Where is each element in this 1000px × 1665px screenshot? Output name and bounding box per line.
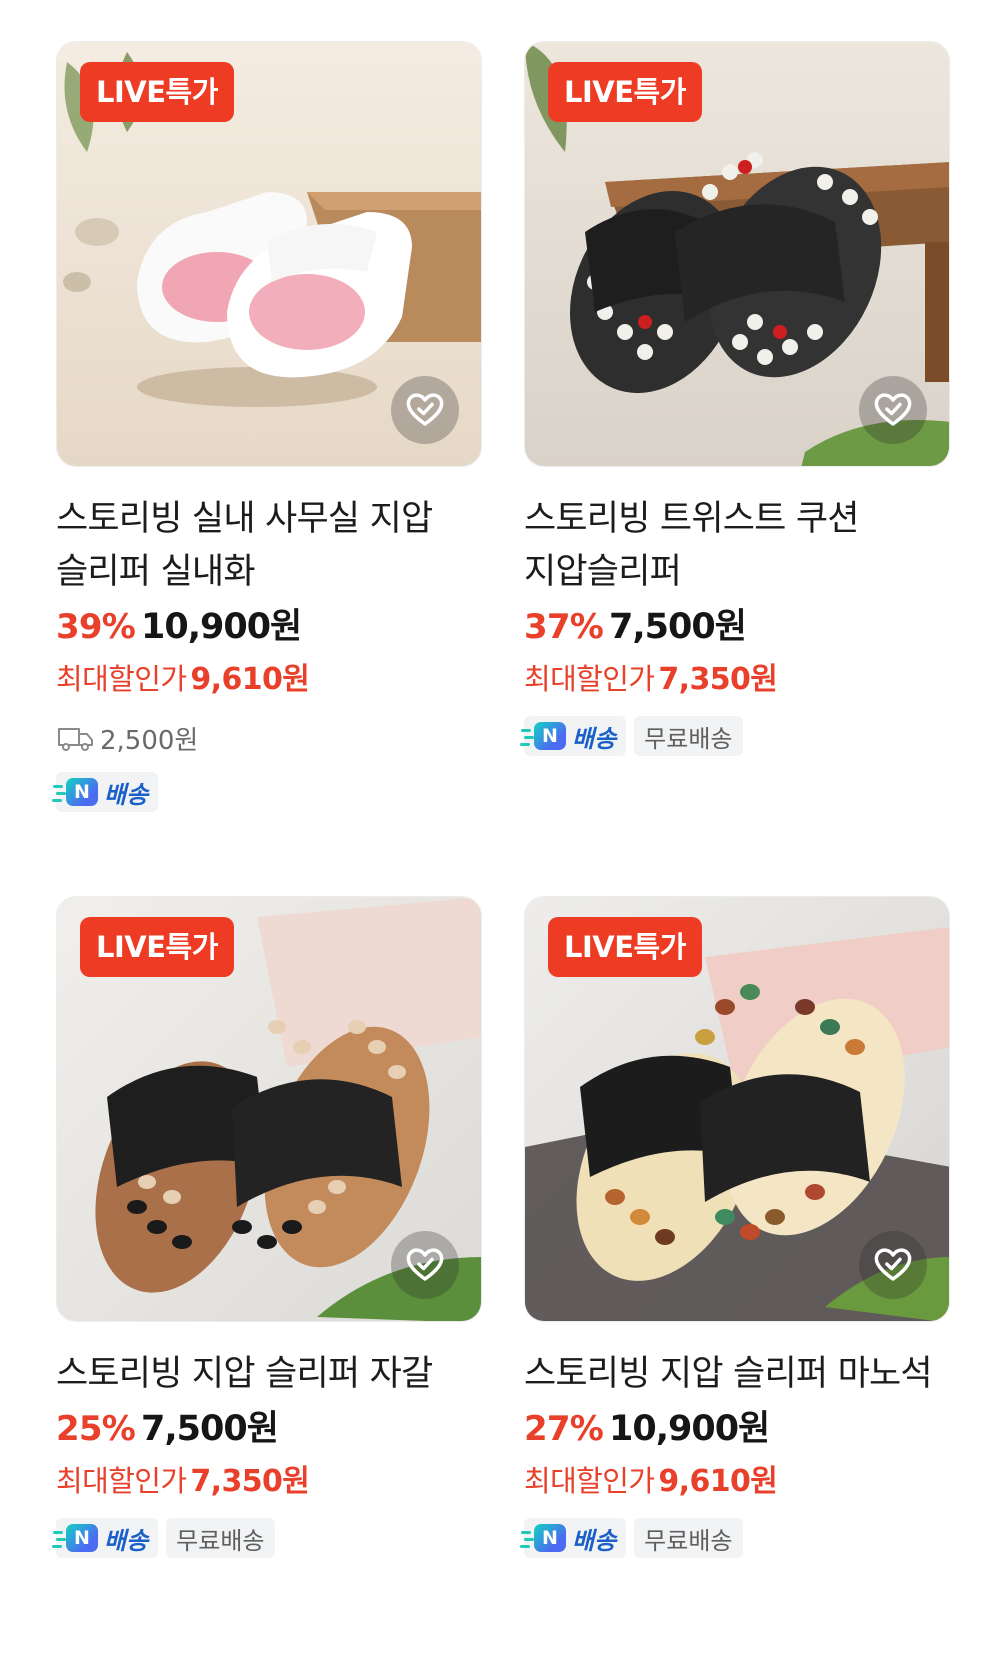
product-image[interactable]: LIVE특가 <box>524 41 950 467</box>
shipping-fee-value: 2,500원 <box>100 725 199 756</box>
max-discount-price: 최대할인가 7,350원 <box>56 1456 482 1506</box>
product-card[interactable]: LIVE특가 스토리빙 지압 슬리퍼 자갈 25% 7,500원 최대할인가 7,3… <box>53 896 482 1562</box>
product-title[interactable]: 스토리빙 지압 슬리퍼 자갈 <box>56 1348 482 1401</box>
max-discount-price: 최대할인가 9,610원 <box>524 1456 950 1506</box>
heart-check-icon <box>874 393 912 426</box>
max-discount-label: 최대할인가 <box>56 662 187 696</box>
product-card[interactable]: LIVE특가 스토리빙 트위스트 쿠션 지압슬리퍼 37% 7,500원 최대할인… <box>521 41 950 760</box>
max-discount-label: 최대할인가 <box>524 662 655 696</box>
n-delivery-logo-icon: N <box>521 722 566 750</box>
wishlist-button[interactable] <box>859 376 927 444</box>
max-discount-price: 최대할인가 7,350원 <box>524 654 950 704</box>
live-special-badge: LIVE특가 <box>548 917 702 977</box>
n-delivery-badge: N 배송 <box>521 716 627 756</box>
wishlist-button[interactable] <box>391 376 459 444</box>
free-shipping-badge: 무료배송 <box>166 1518 275 1558</box>
delivery-tags: N 배송 무료배송 <box>53 1518 482 1562</box>
max-discount-value: 7,350원 <box>190 1464 310 1499</box>
heart-check-icon <box>406 393 444 426</box>
product-image[interactable]: LIVE특가 <box>524 896 950 1322</box>
price-row: 37% 7,500원 <box>524 601 950 654</box>
n-delivery-label: 배송 <box>572 724 617 753</box>
n-delivery-label: 배송 <box>104 780 149 809</box>
product-title[interactable]: 스토리빙 트위스트 쿠션 지압슬리퍼 <box>524 493 950 599</box>
n-delivery-logo-icon: N <box>521 1524 566 1552</box>
wishlist-button[interactable] <box>859 1231 927 1299</box>
price-row: 27% 10,900원 <box>524 1403 950 1456</box>
product-image[interactable]: LIVE특가 <box>56 896 482 1322</box>
price-row: 25% 7,500원 <box>56 1403 482 1456</box>
product-title[interactable]: 스토리빙 실내 사무실 지압 슬리퍼 실내화 <box>56 493 482 599</box>
delivery-truck-icon <box>58 728 93 751</box>
free-shipping-badge: 무료배송 <box>634 1518 743 1558</box>
heart-check-icon <box>874 1248 912 1281</box>
sale-price: 7,500원 <box>140 1409 279 1449</box>
product-card[interactable]: LIVE특가 스토리빙 지압 슬리퍼 마노석 27% 10,900원 최대할인가 9… <box>521 896 950 1562</box>
max-discount-label: 최대할인가 <box>56 1464 187 1498</box>
max-discount-value: 9,610원 <box>658 1464 778 1499</box>
free-shipping-badge: 무료배송 <box>634 716 743 756</box>
product-image[interactable]: LIVE특가 <box>56 41 482 467</box>
wishlist-button[interactable] <box>391 1231 459 1299</box>
live-special-badge: LIVE특가 <box>80 917 234 977</box>
max-discount-label: 최대할인가 <box>524 1464 655 1498</box>
price-row: 39% 10,900원 <box>56 601 482 654</box>
delivery-tags: N 배송 무료배송 <box>521 1518 950 1562</box>
n-delivery-badge: N 배송 <box>521 1518 627 1558</box>
n-delivery-logo-icon: N <box>53 1524 98 1552</box>
sale-price: 7,500원 <box>608 607 747 647</box>
max-discount-value: 7,350원 <box>658 662 778 697</box>
n-delivery-badge: N 배송 <box>53 772 159 812</box>
delivery-tags: N 배송 <box>53 772 482 816</box>
n-delivery-badge: N 배송 <box>53 1518 159 1558</box>
sale-price: 10,900원 <box>140 607 302 647</box>
discount-rate: 39% <box>56 607 136 647</box>
shipping-fee: 2,500원 <box>56 716 482 760</box>
n-delivery-label: 배송 <box>104 1526 149 1555</box>
n-delivery-label: 배송 <box>572 1526 617 1555</box>
product-card[interactable]: LIVE특가 스토리빙 실내 사무실 지압 슬리퍼 실내화 39% 10,900원… <box>53 41 482 816</box>
max-discount-price: 최대할인가 9,610원 <box>56 654 482 704</box>
live-special-badge: LIVE특가 <box>548 62 702 122</box>
heart-check-icon <box>406 1248 444 1281</box>
live-special-badge: LIVE특가 <box>80 62 234 122</box>
discount-rate: 27% <box>524 1409 604 1449</box>
discount-rate: 37% <box>524 607 604 647</box>
product-title[interactable]: 스토리빙 지압 슬리퍼 마노석 <box>524 1348 950 1401</box>
n-delivery-logo-icon: N <box>53 778 98 806</box>
max-discount-value: 9,610원 <box>190 662 310 697</box>
discount-rate: 25% <box>56 1409 136 1449</box>
sale-price: 10,900원 <box>608 1409 770 1449</box>
delivery-tags: N 배송 무료배송 <box>521 716 950 760</box>
